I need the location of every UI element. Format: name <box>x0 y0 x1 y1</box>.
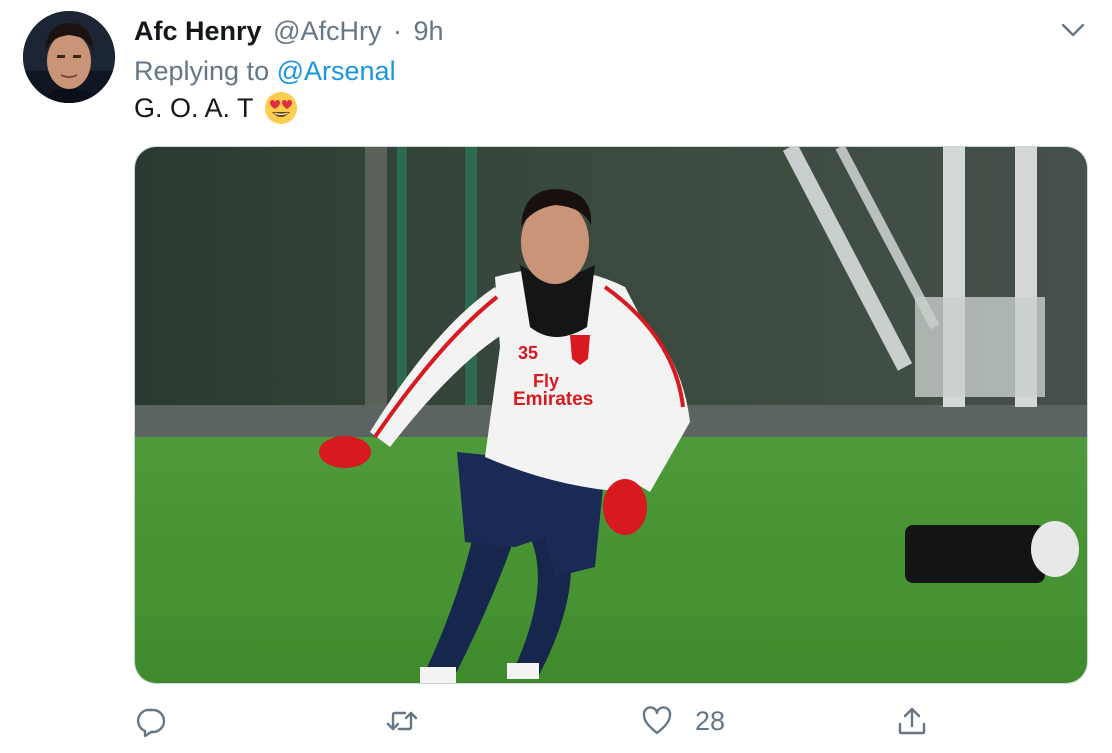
mention-link[interactable]: @Arsenal <box>277 56 396 86</box>
avatar[interactable] <box>23 11 115 103</box>
display-name[interactable]: Afc Henry <box>134 16 262 46</box>
retweet-button[interactable] <box>386 703 418 739</box>
tweet-body: G. O. A. T <box>134 93 254 123</box>
tweet-text: G. O. A. T <box>134 91 298 125</box>
reply-icon <box>136 708 166 737</box>
share-icon <box>898 707 926 735</box>
replying-to: Replying to @Arsenal <box>134 54 396 88</box>
shirt-number: 35 <box>518 343 538 363</box>
heart-eyes-emoji-icon <box>264 92 297 124</box>
separator-dot: · <box>393 16 402 46</box>
tweet-photo[interactable]: 35 Fly Emirates <box>134 146 1088 684</box>
share-button[interactable] <box>896 703 928 739</box>
tweet-card[interactable]: Afc Henry @AfcHry · 9h Replying to @Arse… <box>0 0 1112 753</box>
timestamp[interactable]: 9h <box>414 16 444 46</box>
sponsor-line-2: Emirates <box>513 389 593 410</box>
retweet-icon <box>386 711 418 731</box>
like-button[interactable]: 28 <box>641 703 725 739</box>
reply-button[interactable] <box>134 703 166 739</box>
sponsor-line-1: Fly <box>533 371 559 391</box>
user-handle[interactable]: @AfcHry <box>273 16 381 46</box>
replying-to-label: Replying to <box>134 56 270 86</box>
heart-icon <box>642 706 672 735</box>
chevron-down-icon[interactable] <box>1060 20 1086 40</box>
like-count: 28 <box>695 705 726 736</box>
tweet-header: Afc Henry @AfcHry · 9h <box>134 14 444 48</box>
